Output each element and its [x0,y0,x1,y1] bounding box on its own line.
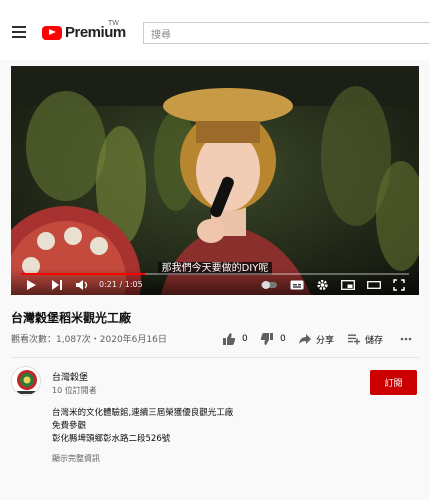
progress-bar[interactable] [21,273,409,275]
view-count: 觀看次數：1,087次 [11,335,91,345]
settings-gear-icon[interactable] [316,279,329,291]
search-input[interactable] [144,25,430,46]
subscriber-count: 10 位訂閱者 [52,386,97,395]
like-count: 0 [242,334,248,344]
autoplay-toggle-icon[interactable] [261,279,277,291]
share-button[interactable]: 分享 [298,330,334,348]
thumbs-down-icon [260,333,273,345]
description-line: 彰化縣埤頭鄉彰水路二段526號 [52,434,171,444]
play-icon[interactable] [25,279,37,291]
like-button[interactable]: 0 [222,330,248,348]
show-more-link[interactable]: 顯示完整資訊 [52,453,100,464]
video-title: 台灣穀堡稻米觀光工廠 [11,311,132,325]
meta-separator: ・ [90,335,100,345]
dislike-count: 0 [280,334,286,344]
share-arrow-icon [299,334,311,344]
miniplayer-icon[interactable] [341,279,355,291]
dislike-button[interactable]: 0 [260,330,286,348]
search-box[interactable] [143,22,430,46]
video-player[interactable]: 那我們今天要做的DIY呢 0:21 / 1:05 [11,66,419,295]
video-meta: 觀看次數：1,087次・2020年6月16日 [11,332,167,345]
theater-mode-icon[interactable] [367,279,381,291]
channel-logo-icon [17,370,37,394]
share-label: 分享 [316,335,335,346]
subscribe-button[interactable]: 訂閱 [370,370,417,395]
upload-date: 2020年6月16日 [99,335,167,345]
thumbs-up-icon [223,333,236,345]
fullscreen-icon[interactable] [393,279,405,291]
description-line: 免費參觀 [52,421,87,431]
description-line: 台灣米的文化體驗館,連續三屆榮獲優良觀光工廠 [52,408,234,418]
save-button[interactable]: 儲存 [347,330,383,348]
channel-name[interactable]: 台灣穀堡 [52,370,88,383]
add-to-playlist-icon [348,334,360,345]
volume-icon[interactable] [75,279,89,291]
time-display: 0:21 / 1:05 [99,280,143,289]
section-divider [11,357,419,358]
youtube-play-logo-icon [42,25,62,40]
video-description: 台灣米的文化體驗館,連續三屆榮獲優良觀光工廠 免費參觀 彰化縣埤頭鄉彰水路二段5… [52,407,233,446]
captions-icon[interactable] [290,279,304,291]
top-bar: Premium TW [0,0,430,60]
player-controls: 0:21 / 1:05 [11,269,419,295]
channel-avatar[interactable] [11,366,41,396]
more-actions-button[interactable] [400,330,412,348]
region-code: TW [108,20,119,27]
next-icon[interactable] [51,279,63,291]
hamburger-menu-icon[interactable] [12,26,26,38]
more-horizontal-icon [400,337,412,341]
save-label: 儲存 [365,335,384,346]
progress-played [21,273,146,275]
